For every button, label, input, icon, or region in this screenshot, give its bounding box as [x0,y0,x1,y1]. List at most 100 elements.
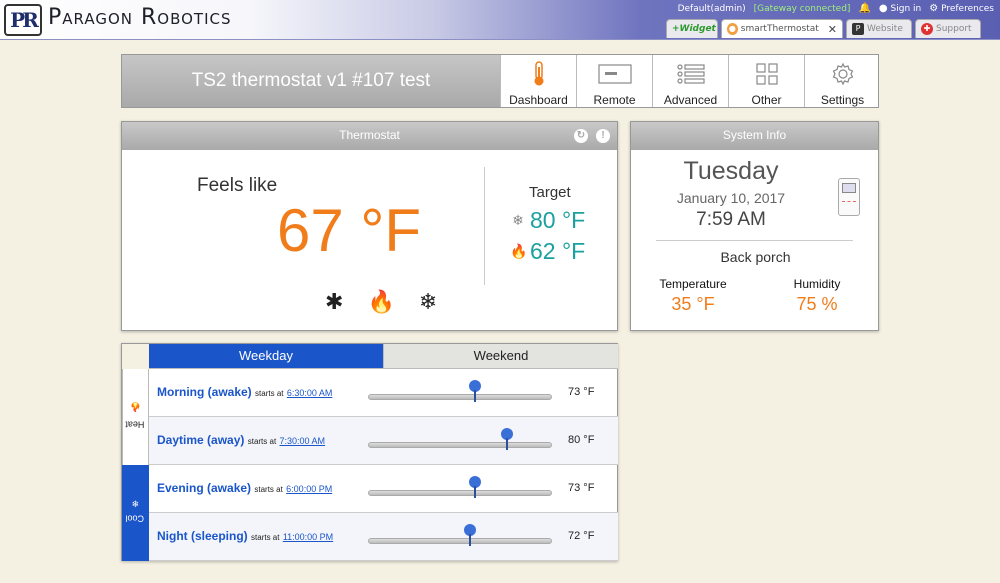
system-info-panel: System Info Tuesday January 10, 2017 7:5… [630,121,879,331]
remote-icon [577,61,652,87]
nav-advanced-label: Advanced [663,93,718,107]
nav-remote[interactable]: Remote [576,55,652,107]
heat-side-label: Heat 🔥 [122,369,149,465]
slider-handle[interactable] [468,476,481,498]
heat-target[interactable]: 🔥 62 °F [510,238,585,265]
feels-like-value: 67 °F [277,197,422,264]
tab-smartthermostat[interactable]: ● smartThermostat ✕ [721,19,843,38]
schedule-period: Morning (awake) starts at 6:30:00 AM [157,385,332,399]
page-tabs: +Widget ● smartThermostat ✕ P Website ✚ … [666,19,981,38]
brand-name: Paragon Robotics [48,5,232,30]
tab-widget-label: +Widget [672,24,716,34]
temperature-slider[interactable] [368,380,552,402]
slider-handle[interactable] [468,380,481,402]
system-info-header: System Info [631,122,878,150]
location-name: Back porch [720,249,791,265]
tab-website-label: Website [867,24,903,34]
sign-in-label: Sign in [890,4,922,14]
slider-handle[interactable] [501,428,513,450]
starts-at-label: starts at [247,437,277,446]
mode-icons: ✱ 🔥 ❄ [325,290,437,315]
nav-other[interactable]: Other [728,55,804,107]
flame-icon[interactable]: 🔥 [367,290,394,315]
device-icon[interactable] [838,178,860,216]
tab-weekend[interactable]: Weekend [383,344,618,369]
humidity-value: 75 % [796,294,838,314]
nav-remote-label: Remote [593,93,636,107]
divider [484,167,485,285]
slider-handle[interactable] [464,524,477,546]
period-start-time[interactable]: 7:30:00 AM [280,436,326,446]
tab-website[interactable]: P Website [846,19,912,38]
thermometer-icon [501,61,576,87]
temperature-slider[interactable] [368,524,552,546]
temperature-value: 35 °F [671,294,715,314]
period-temperature: 72 °F [568,530,595,542]
temperature-label: Temperature [659,277,727,291]
schedule-period: Night (sleeping) starts at 11:00:00 PM [157,529,333,543]
period-start-time[interactable]: 11:00:00 PM [283,532,333,542]
schedule-panel: Weekday Weekend Heat 🔥 Cool ❄ Morning (a… [121,343,618,561]
tab-support[interactable]: ✚ Support [915,19,981,38]
snowflake-icon: ❄ [512,212,524,228]
nav-dashboard-label: Dashboard [509,93,568,107]
period-temperature: 73 °F [568,386,595,398]
schedule-row: Evening (awake) starts at 6:00:00 PM 73 °… [149,465,618,513]
tab-weekday[interactable]: Weekday [149,344,383,369]
heat-label: Heat [125,418,145,429]
humidity-label: Humidity [793,277,841,291]
nav-settings-label: Settings [820,93,865,107]
nav-other-label: Other [751,93,782,107]
period-start-time[interactable]: 6:00:00 PM [286,484,332,494]
close-icon[interactable]: ✕ [828,23,837,36]
period-temperature: 80 °F [568,434,595,446]
nav-advanced[interactable]: Advanced [652,55,728,107]
schedule-period: Daytime (away) starts at 7:30:00 AM [157,433,325,447]
starts-at-label: starts at [251,533,280,542]
user-icon: ● [878,3,888,14]
refresh-icon[interactable]: ↻ [574,129,588,143]
starts-at-label: starts at [254,485,283,494]
preferences-label: Preferences [941,4,994,14]
fan-icon[interactable]: ✱ [325,290,343,315]
list-icon [653,61,728,87]
support-icon: ✚ [921,23,933,35]
thermostat-app-icon: ● [727,23,738,35]
device-header: TS2 thermostat v1 #107 test Dashboard Re… [121,54,879,108]
period-name: Night (sleeping) [157,529,248,543]
flame-icon: 🔥 [129,401,142,412]
schedule-tabs: Weekday Weekend [149,344,618,369]
flame-icon: 🔥 [510,243,528,259]
snowflake-icon[interactable]: ❄ [419,290,437,315]
schedule-period: Evening (awake) starts at 6:00:00 PM [157,481,332,495]
system-info-title: System Info [722,128,787,142]
bell-icon[interactable]: 🔔 [858,3,870,14]
sign-in-link[interactable]: ● Sign in [879,3,921,14]
user-label[interactable]: Default(admin) [678,4,746,14]
cool-target[interactable]: ❄ 80 °F [510,207,585,234]
tab-widget[interactable]: +Widget [666,19,718,38]
cool-target-value: 80 °F [530,207,586,233]
divider [656,240,853,241]
day-name: Tuesday [683,157,779,185]
thermostat-panel-header: Thermostat ↻ ! [122,122,617,150]
thermostat-panel-title: Thermostat [339,128,400,142]
temperature-slider[interactable] [368,476,552,498]
temperature-slider[interactable] [368,428,552,450]
logo-icon: PR [4,4,42,36]
gear-icon [805,61,880,87]
preferences-link[interactable]: ⚙ Preferences [929,3,994,14]
period-temperature: 73 °F [568,482,595,494]
date: January 10, 2017 [676,190,786,206]
period-start-time[interactable]: 6:30:00 AM [287,388,333,398]
period-name: Daytime (away) [157,433,245,447]
schedule-row: Daytime (away) starts at 7:30:00 AM 80 °F [149,417,618,465]
nav-settings[interactable]: Settings [804,55,880,107]
schedule-row: Morning (awake) starts at 6:30:00 AM 73 °… [149,369,618,417]
device-title: TS2 thermostat v1 #107 test [122,55,500,107]
heat-target-value: 62 °F [530,238,586,264]
nav-dashboard[interactable]: Dashboard [500,55,576,107]
target-label: Target [529,184,571,201]
info-icon[interactable]: ! [596,129,610,143]
feels-like-label: Feels like [197,175,278,196]
